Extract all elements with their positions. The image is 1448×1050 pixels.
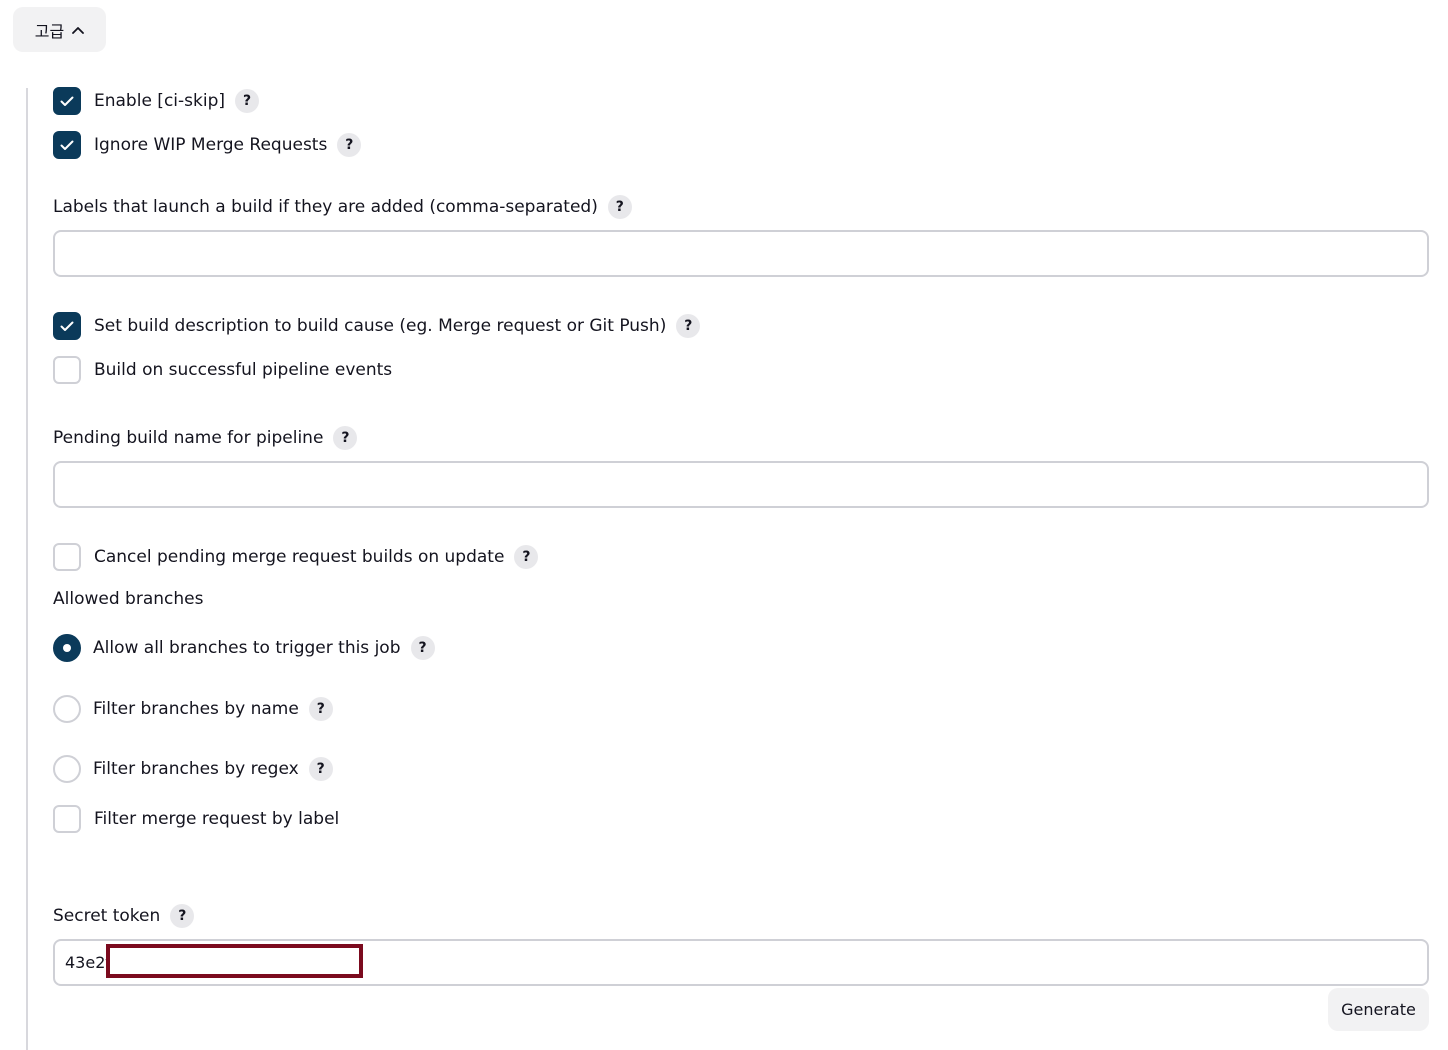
help-icon[interactable]: ? (308, 697, 333, 721)
filter-by-label-checkbox[interactable] (53, 805, 81, 833)
allowed-branches-heading: Allowed branches (53, 589, 203, 609)
build-on-pipeline-row: Build on successful pipeline events (53, 356, 392, 384)
help-icon[interactable]: ? (333, 426, 358, 450)
ci-skip-label: Enable [ci-skip] (94, 91, 225, 111)
radio-dot (63, 644, 71, 652)
help-icon[interactable]: ? (607, 195, 632, 219)
pending-build-name-label-row: Pending build name for pipeline ? (53, 426, 358, 450)
radio-allow-all-label: Allow all branches to trigger this job (93, 638, 401, 658)
help-icon[interactable]: ? (337, 133, 362, 157)
build-on-pipeline-label: Build on successful pipeline events (94, 360, 393, 380)
set-build-description-row: Set build description to build cause (eg… (53, 312, 701, 340)
radio-filter-regex-row: Filter branches by regex ? (53, 755, 333, 783)
ci-skip-checkbox[interactable] (53, 87, 81, 115)
labels-field-label: Labels that launch a build if they are a… (53, 197, 598, 217)
section-rail (26, 88, 28, 1050)
pending-build-name-label: Pending build name for pipeline (53, 428, 324, 448)
ignore-wip-checkbox[interactable] (53, 131, 81, 159)
cancel-pending-checkbox[interactable] (53, 543, 81, 571)
cancel-pending-row: Cancel pending merge request builds on u… (53, 543, 539, 571)
secret-token-label: Secret token (53, 906, 161, 926)
help-icon[interactable]: ? (514, 545, 539, 569)
pending-build-name-input[interactable] (53, 461, 1429, 508)
radio-allow-all[interactable] (53, 634, 81, 662)
redaction-box (106, 944, 363, 978)
check-icon (60, 140, 74, 150)
allowed-branches-heading-text: Allowed branches (53, 589, 204, 609)
labels-field-label-row: Labels that launch a build if they are a… (53, 195, 632, 219)
ci-skip-row: Enable [ci-skip] ? (53, 87, 259, 115)
advanced-label: 고급 (34, 21, 65, 41)
radio-filter-by-regex[interactable] (53, 755, 81, 783)
help-icon[interactable]: ? (308, 757, 333, 781)
radio-filter-name-row: Filter branches by name ? (53, 695, 333, 723)
secret-token-label-row: Secret token ? (53, 904, 195, 928)
filter-by-label-row: Filter merge request by label (53, 805, 339, 833)
help-icon[interactable]: ? (170, 904, 195, 928)
cancel-pending-label: Cancel pending merge request builds on u… (94, 547, 505, 567)
set-build-description-checkbox[interactable] (53, 312, 81, 340)
radio-filter-by-regex-label: Filter branches by regex (93, 759, 299, 779)
radio-filter-by-name-label: Filter branches by name (93, 699, 299, 719)
help-icon[interactable]: ? (410, 636, 435, 660)
generate-button[interactable]: Generate (1328, 988, 1429, 1031)
radio-allow-all-row: Allow all branches to trigger this job ? (53, 634, 435, 662)
labels-input[interactable] (53, 230, 1429, 277)
ignore-wip-row: Ignore WIP Merge Requests ? (53, 131, 362, 159)
check-icon (60, 321, 74, 331)
radio-filter-by-name[interactable] (53, 695, 81, 723)
filter-by-label-label: Filter merge request by label (94, 809, 340, 829)
advanced-toggle-button[interactable]: 고급 (13, 7, 106, 52)
help-icon[interactable]: ? (235, 89, 259, 113)
build-on-pipeline-checkbox[interactable] (53, 356, 81, 384)
ignore-wip-label: Ignore WIP Merge Requests (94, 135, 328, 155)
help-icon[interactable]: ? (676, 314, 701, 338)
set-build-description-label: Set build description to build cause (eg… (94, 316, 667, 336)
chevron-up-icon (72, 26, 85, 34)
check-icon (60, 96, 74, 106)
